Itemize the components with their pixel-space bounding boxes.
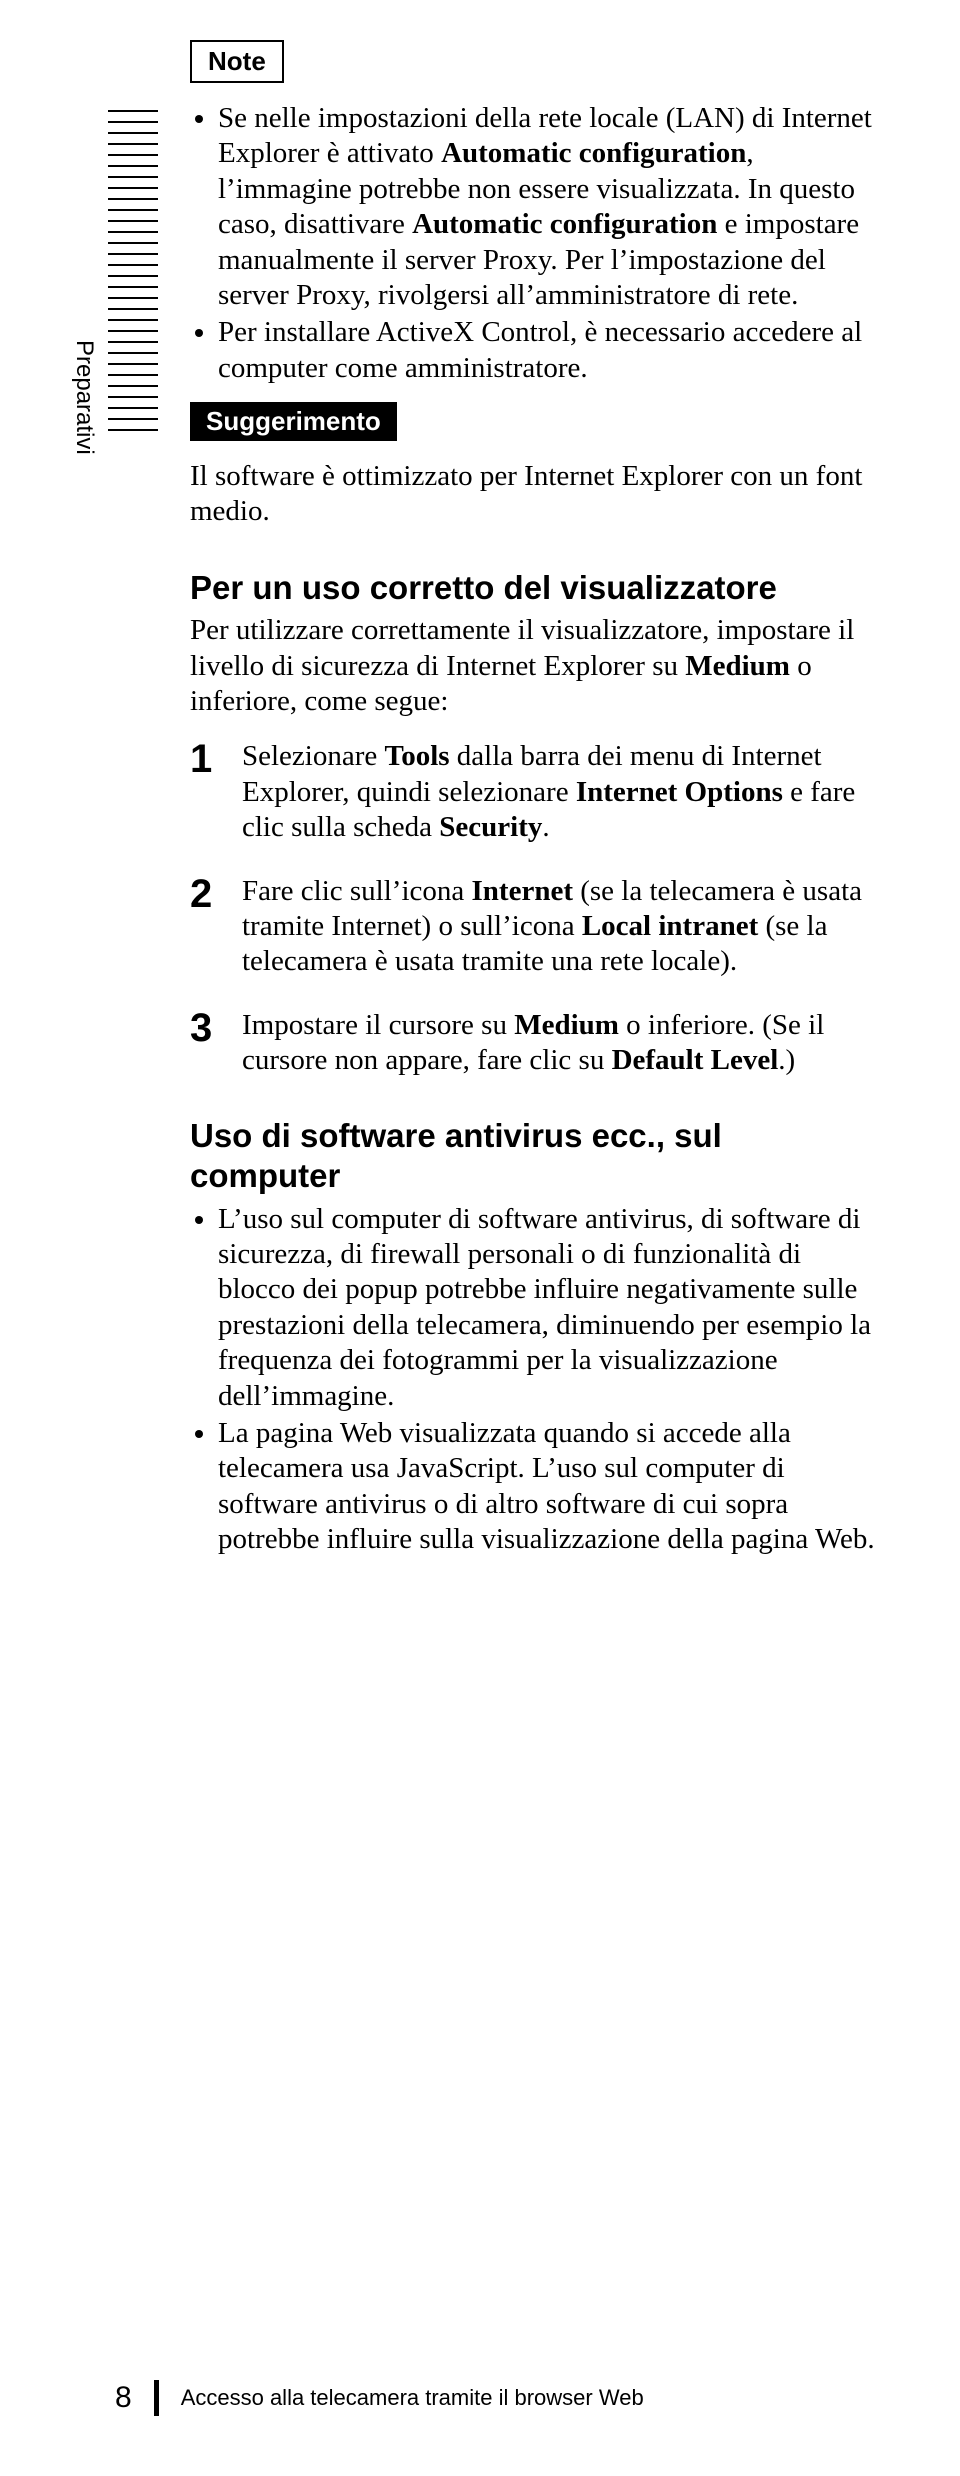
tip-label: Suggerimento [190, 402, 397, 441]
note-item: Per installare ActiveX Control, è necess… [218, 315, 880, 386]
list-item: La pagina Web visualizzata quando si acc… [218, 1416, 880, 1558]
step-list: 1 Selezionare Tools dalla barra dei menu… [190, 739, 880, 1078]
step-body: Fare clic sull’icona Internet (se la tel… [242, 874, 880, 980]
section-heading-viewer: Per un uso corretto del visualizzatore [190, 568, 880, 608]
antivirus-list: L’uso sul computer di software antivirus… [190, 1202, 880, 1558]
sidebar-stripes [108, 110, 158, 440]
list-item: L’uso sul computer di software antivirus… [218, 1202, 880, 1414]
tip-block: Suggerimento Il software è ottimizzato p… [190, 388, 880, 530]
note-block: Note Se nelle impostazioni della rete lo… [190, 40, 880, 386]
section-intro: Per utilizzare correttamente il visualiz… [190, 613, 880, 719]
step-number: 1 [190, 739, 218, 845]
tip-body: Il software è ottimizzato per Internet E… [190, 459, 880, 530]
footer-title: Accesso alla telecamera tramite il brows… [181, 2385, 644, 2411]
page-number: 8 [115, 2381, 132, 2415]
step-body: Impostare il cursore su Medium o inferio… [242, 1008, 880, 1079]
note-list: Se nelle impostazioni della rete locale … [190, 101, 880, 386]
section-tab-label: Preparativi [70, 340, 98, 455]
note-item: Se nelle impostazioni della rete locale … [218, 101, 880, 313]
step-item: 2 Fare clic sull’icona Internet (se la t… [190, 874, 880, 980]
step-number: 3 [190, 1008, 218, 1079]
step-item: 1 Selezionare Tools dalla barra dei menu… [190, 739, 880, 845]
document-page: Preparativi Note Se nelle impostazioni d… [0, 0, 960, 2476]
page-footer: 8 Accesso alla telecamera tramite il bro… [115, 2380, 644, 2416]
step-body: Selezionare Tools dalla barra dei menu d… [242, 739, 880, 845]
section-heading-antivirus: Uso di software antivirus ecc., sul comp… [190, 1116, 880, 1195]
footer-divider-icon [154, 2380, 159, 2416]
note-label: Note [190, 40, 284, 83]
step-number: 2 [190, 874, 218, 980]
step-item: 3 Impostare il cursore su Medium o infer… [190, 1008, 880, 1079]
